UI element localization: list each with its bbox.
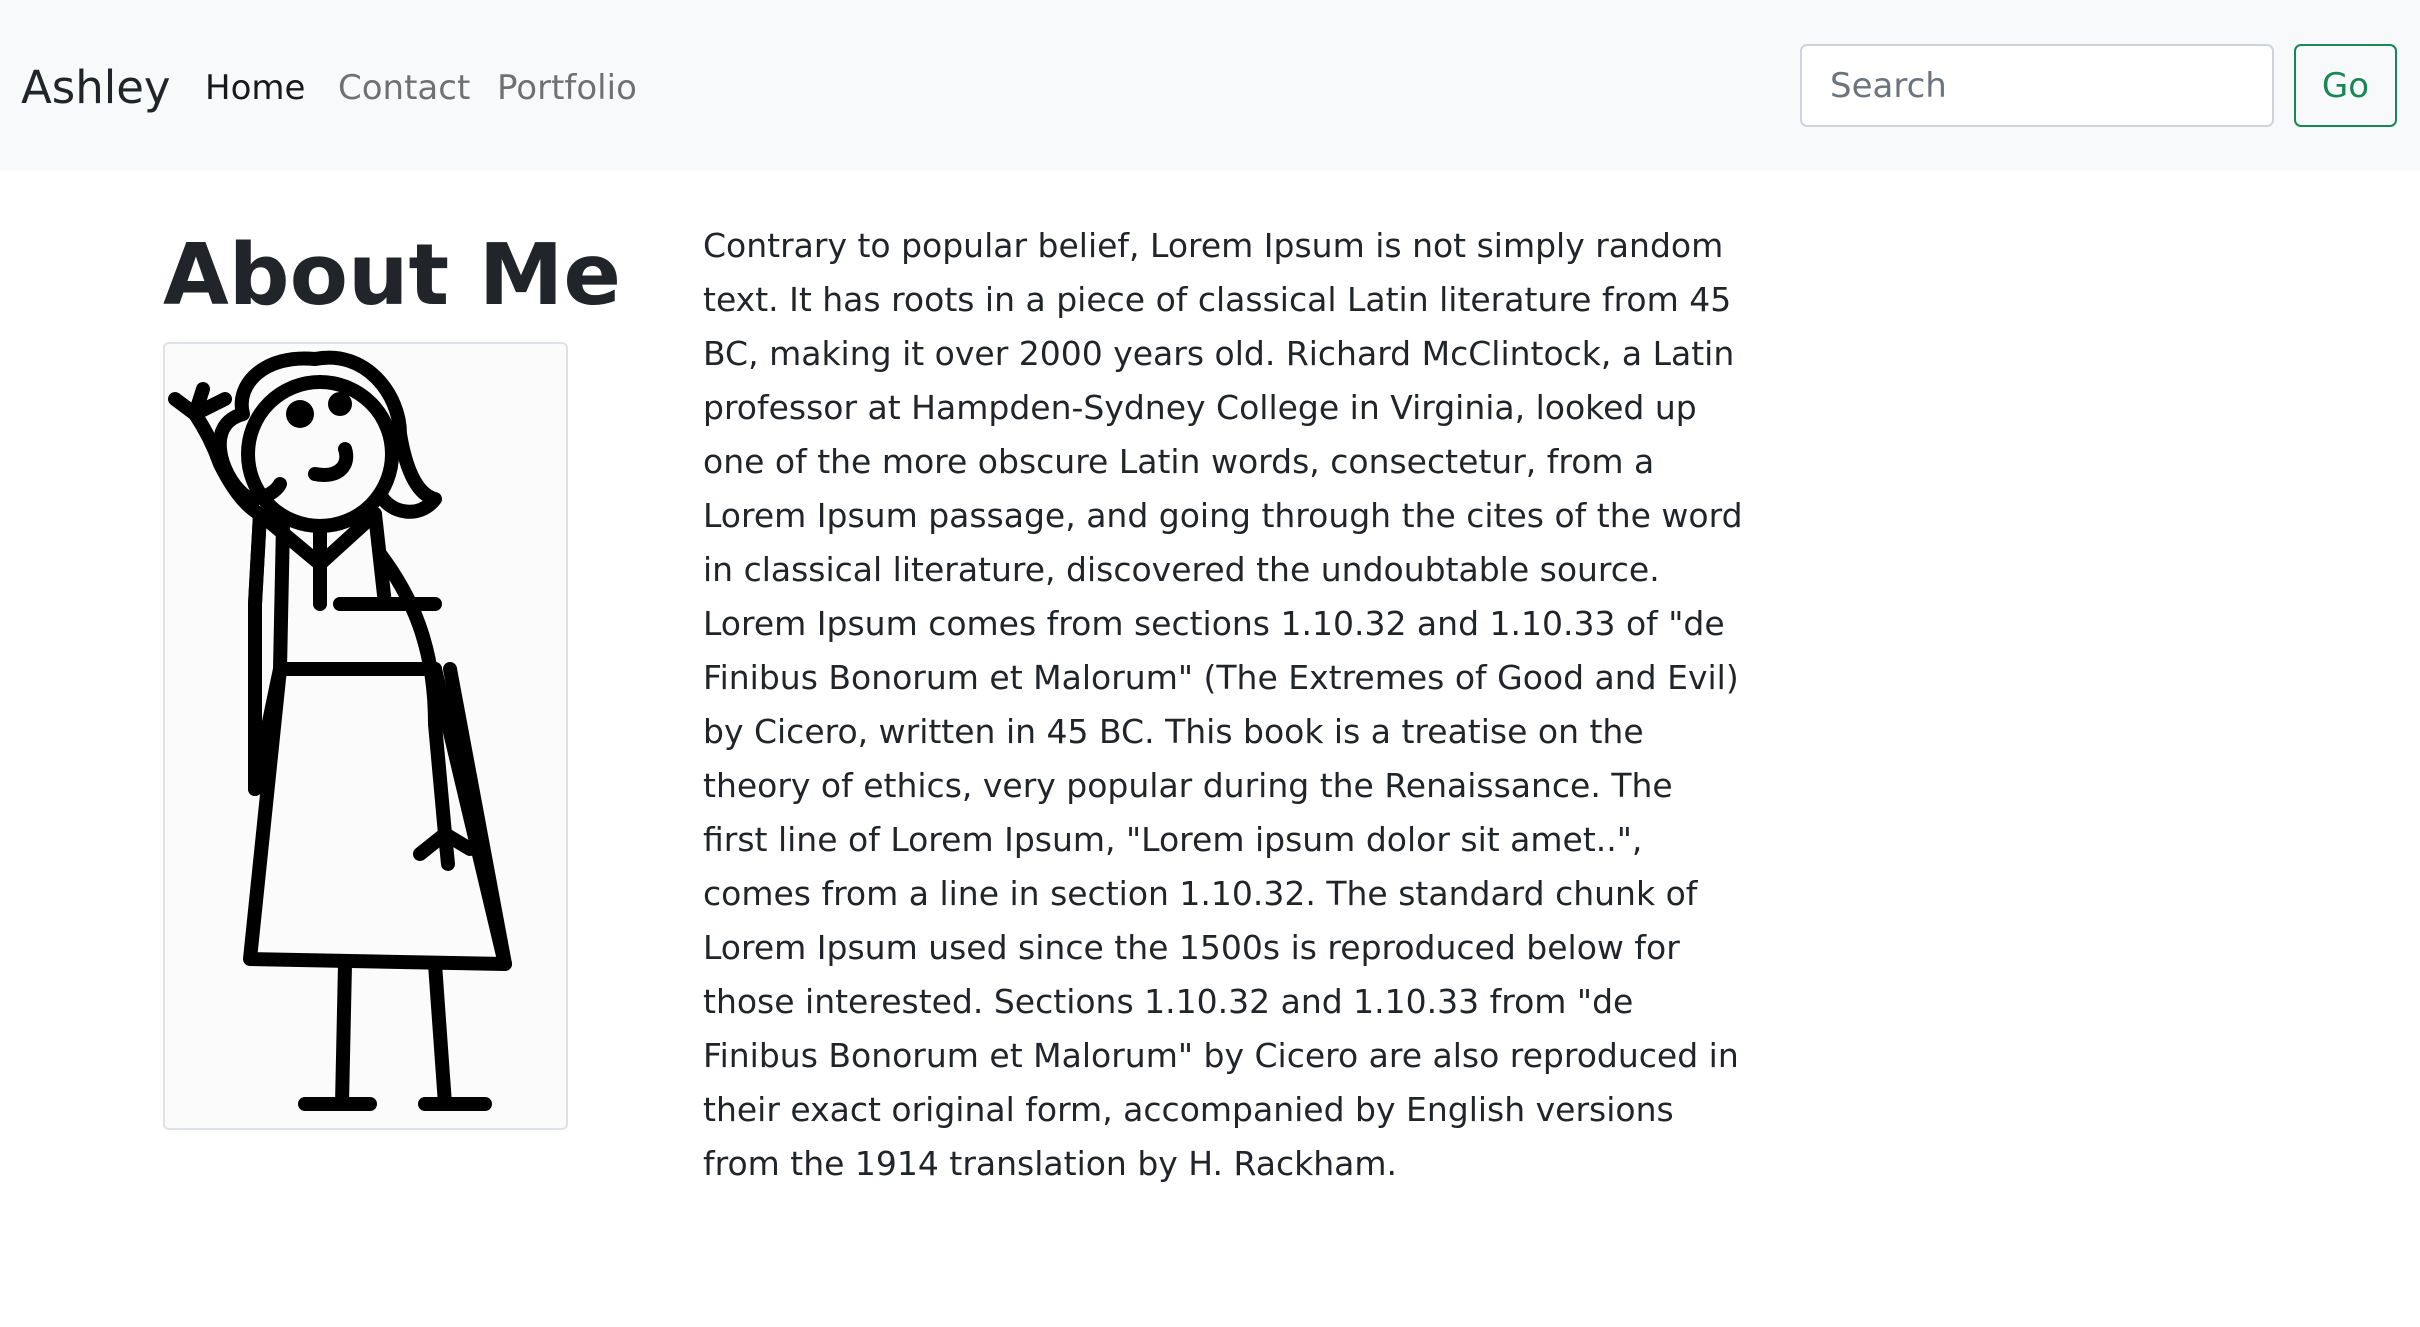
nav-link-portfolio[interactable]: Portfolio xyxy=(497,64,637,112)
bio-paragraph: Contrary to popular belief, Lorem Ipsum … xyxy=(703,226,1743,1183)
nav-link-home[interactable]: Home xyxy=(205,64,305,112)
nav-link-contact[interactable]: Contact xyxy=(338,64,470,112)
navbar: Ashley Home Contact Portfolio Go xyxy=(0,0,2420,171)
stick-figure-illustration xyxy=(168,350,512,1111)
portrait-image xyxy=(163,342,568,1130)
page-title: About Me xyxy=(163,226,621,325)
brand-link[interactable]: Ashley xyxy=(21,58,171,118)
go-button[interactable]: Go xyxy=(2294,44,2397,127)
search-input[interactable] xyxy=(1800,44,2274,127)
